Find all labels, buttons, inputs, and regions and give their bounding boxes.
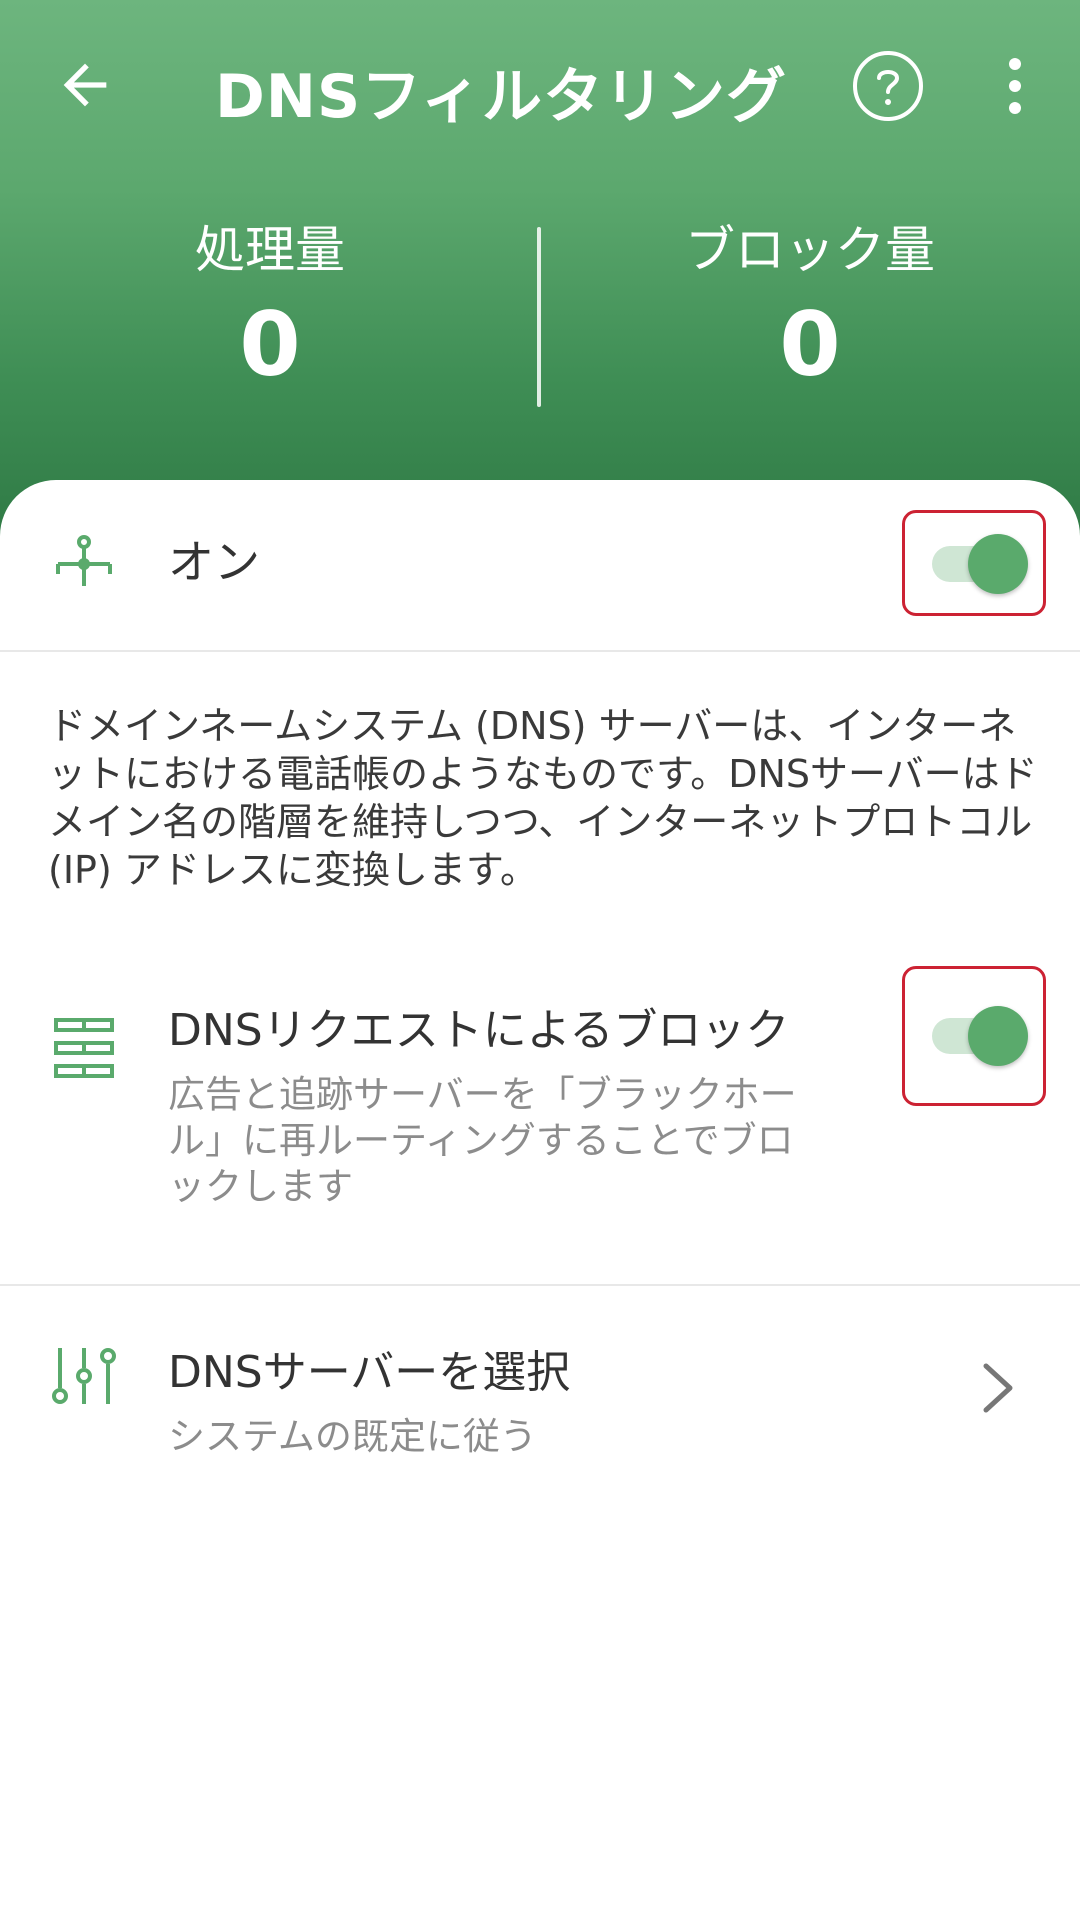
more-options-button[interactable] — [985, 46, 1045, 126]
dns-filter-on-label: オン — [168, 535, 260, 589]
content-sheet: オン ドメインネームシステム (DNS) サーバーは、インターネットにおける電話… — [0, 480, 1080, 1920]
sliders-icon — [52, 1348, 116, 1404]
arrow-left-icon — [63, 63, 107, 107]
dns-request-block-toggle[interactable] — [926, 1004, 1028, 1066]
toggle-thumb — [968, 1006, 1028, 1066]
stat-blocked: ブロック量 0 — [540, 215, 1080, 405]
dns-filter-on-row[interactable]: オン — [0, 480, 1080, 650]
chevron-right-icon — [983, 1363, 1013, 1413]
header: DNSフィルタリング 処理量 0 ブロック量 0 — [0, 0, 1080, 540]
more-vertical-icon — [1009, 58, 1021, 114]
dns-server-select-title: DNSサーバーを選択 — [168, 1347, 571, 1398]
page-title: DNSフィルタリング — [215, 62, 788, 132]
divider — [0, 650, 1080, 652]
app-bar: DNSフィルタリング — [0, 0, 1080, 170]
dns-request-block-title: DNSリクエストによるブロック — [168, 1005, 790, 1056]
help-button[interactable] — [848, 46, 928, 126]
server-rack-icon — [54, 1018, 114, 1078]
dns-server-select-row[interactable]: DNSサーバーを選択 システムの既定に従う — [0, 1270, 1080, 1470]
dns-request-block-subtitle: 広告と追跡サーバーを「ブラックホール」に再ルーティングすることでブロックします — [168, 1073, 797, 1208]
dns-request-block-row[interactable]: DNSリクエストによるブロック 広告と追跡サーバーを「ブラックホール」に再ルーテ… — [0, 966, 1080, 1245]
stat-processed: 処理量 0 — [0, 215, 540, 405]
stat-blocked-label: ブロック量 — [685, 221, 935, 279]
stat-blocked-value: 0 — [779, 293, 841, 396]
toggle-thumb — [968, 534, 1028, 594]
dns-description: ドメインネームシステム (DNS) サーバーは、インターネットにおける電話帳のよ… — [48, 704, 1038, 892]
stats-panel: 処理量 0 ブロック量 0 — [0, 215, 1080, 415]
question-circle-icon — [853, 51, 923, 121]
dns-filter-toggle[interactable] — [926, 532, 1028, 594]
stat-processed-label: 処理量 — [195, 221, 345, 279]
back-button[interactable] — [40, 40, 130, 130]
network-node-icon — [56, 535, 112, 586]
stat-processed-value: 0 — [239, 293, 301, 396]
dns-server-select-subtitle: システムの既定に従う — [168, 1415, 537, 1458]
